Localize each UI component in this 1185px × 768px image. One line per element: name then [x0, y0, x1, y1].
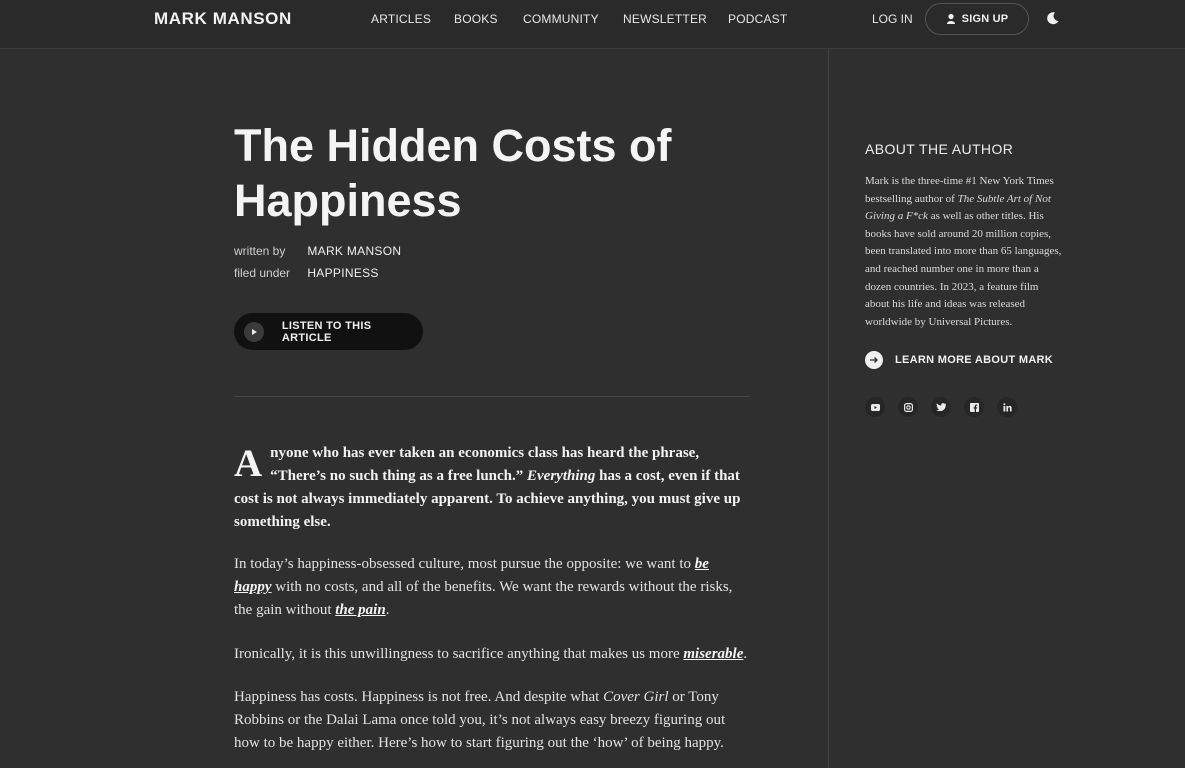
p4-text-a: Happiness has costs. Happiness is not fr… — [234, 689, 604, 705]
login-link[interactable]: LOG IN — [872, 12, 913, 26]
p2-text-b: with no costs, and all of the benefits. … — [234, 579, 733, 618]
site-logo[interactable]: MARK MANSON — [154, 9, 292, 29]
site-header: MARK MANSON ARTICLES BOOKS COMMUNITY NEW… — [0, 0, 1185, 49]
nav-community[interactable]: COMMUNITY — [523, 12, 599, 26]
the-pain-link[interactable]: the pain — [335, 602, 385, 618]
paragraph-4: Happiness has costs. Happiness is not fr… — [234, 686, 750, 755]
section-divider — [234, 396, 750, 397]
meta-author-row: written by MARK MANSON — [234, 244, 401, 258]
learn-more-link[interactable]: LEARN MORE ABOUT MARK — [865, 351, 1053, 369]
play-icon — [244, 321, 264, 342]
meta-category-row: filed under HAPPINESS — [234, 266, 379, 280]
facebook-icon[interactable] — [964, 397, 984, 417]
category-link[interactable]: HAPPINESS — [307, 266, 378, 280]
p2-text-c: . — [385, 602, 390, 618]
drop-cap: A — [234, 442, 263, 485]
miserable-link[interactable]: miserable — [683, 646, 743, 662]
lead-emphasis: Everything — [527, 468, 596, 484]
arrow-right-icon — [865, 351, 883, 369]
nav-podcast[interactable]: PODCAST — [728, 12, 787, 26]
signup-label: SIGN UP — [961, 13, 1009, 25]
instagram-icon[interactable] — [898, 397, 918, 417]
nav-books[interactable]: BOOKS — [454, 12, 498, 26]
learn-more-label: LEARN MORE ABOUT MARK — [895, 354, 1054, 366]
listen-button[interactable]: LISTEN TO THIS ARTICLE — [234, 313, 423, 350]
filed-under-label: filed under — [234, 266, 291, 280]
linkedin-icon[interactable] — [997, 397, 1017, 417]
p2-text-a: In today’s happiness-obsessed culture, m… — [234, 556, 695, 572]
bio-text-b: as well as other titles. His books have … — [865, 210, 1062, 328]
nav-articles[interactable]: ARTICLES — [371, 12, 431, 26]
about-author-heading: ABOUT THE AUTHOR — [865, 141, 1014, 157]
p3-text-b: . — [743, 646, 748, 662]
listen-label: LISTEN TO THIS ARTICLE — [281, 319, 372, 344]
paragraph-2: In today’s happiness-obsessed culture, m… — [234, 553, 750, 622]
youtube-icon[interactable] — [865, 397, 885, 417]
social-links — [865, 397, 1017, 417]
author-link[interactable]: MARK MANSON — [307, 244, 401, 258]
article-title: The Hidden Costs of Happiness — [234, 120, 672, 226]
user-icon — [946, 13, 956, 25]
moon-icon[interactable] — [1046, 11, 1060, 25]
sidebar-divider — [828, 49, 829, 768]
p3-text-a: Ironically, it is this unwillingness to … — [234, 646, 684, 662]
signup-button[interactable]: SIGN UP — [925, 3, 1029, 35]
written-by-label: written by — [234, 244, 286, 258]
p4-emphasis: Cover Girl — [603, 689, 669, 705]
paragraph-3: Ironically, it is this unwillingness to … — [234, 643, 750, 666]
twitter-icon[interactable] — [931, 397, 951, 417]
nav-newsletter[interactable]: NEWSLETTER — [623, 12, 707, 26]
lead-paragraph: Anyone who has ever taken an economics c… — [234, 442, 750, 534]
author-bio: Mark is the three-time #1 New York Times… — [865, 173, 1065, 331]
